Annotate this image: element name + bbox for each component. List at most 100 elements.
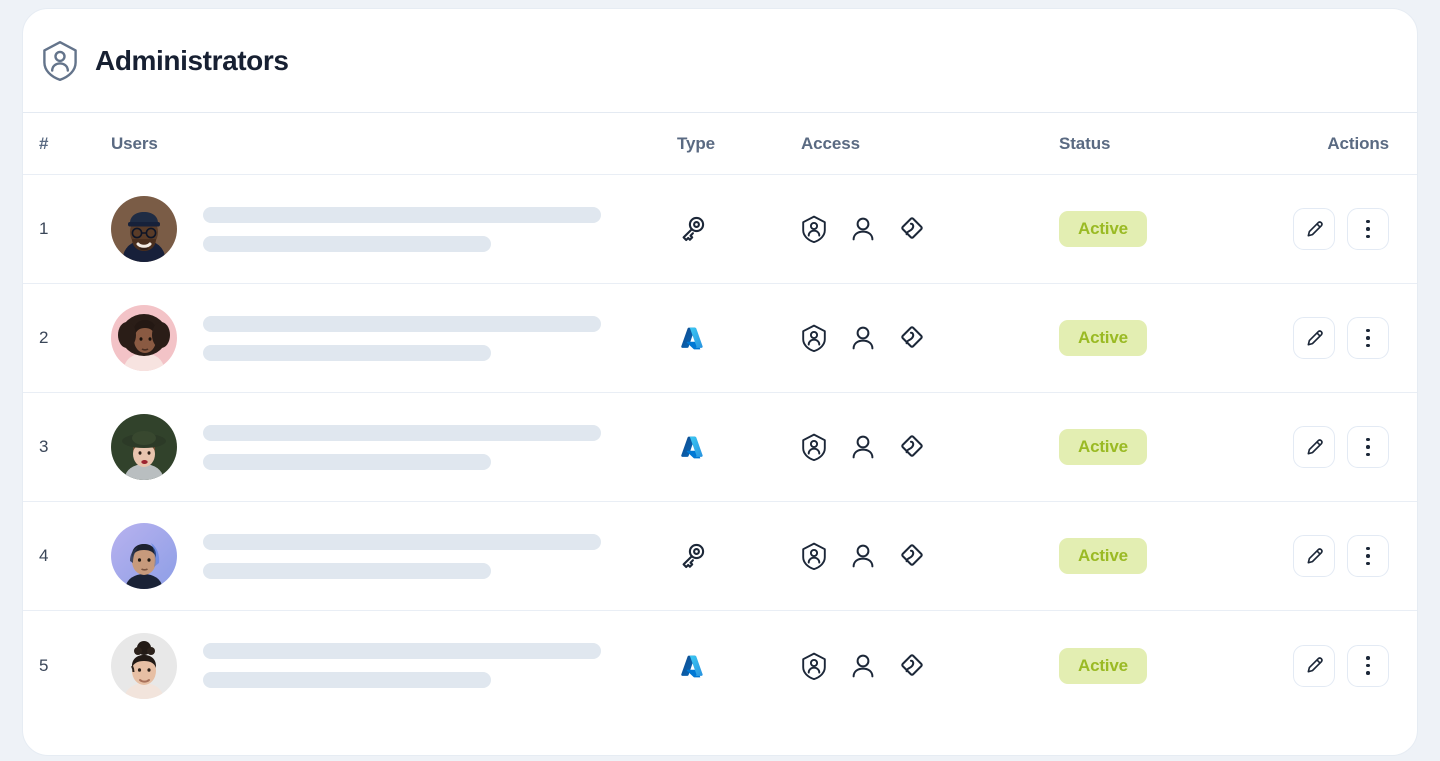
row-index: 2 [39, 328, 49, 347]
access-cell [801, 542, 1059, 571]
status-badge: Active [1059, 429, 1147, 465]
column-header-type: Type [677, 133, 716, 153]
user-icon[interactable] [850, 652, 876, 680]
column-header-access: Access [801, 133, 860, 153]
table-row[interactable]: 1 Active [23, 175, 1417, 284]
shield-person-icon[interactable] [801, 215, 827, 244]
edit-icon [1305, 547, 1324, 566]
row-index: 4 [39, 546, 49, 565]
avatar-user-2 [111, 305, 177, 371]
user-placeholder [203, 643, 601, 688]
user-cell [95, 196, 677, 262]
actions-cell [1265, 426, 1399, 468]
status-cell: Active [1059, 538, 1265, 574]
table-row[interactable]: 3 Active [23, 393, 1417, 502]
user-cell [95, 523, 677, 589]
user-icon[interactable] [850, 433, 876, 461]
status-badge: Active [1059, 647, 1147, 684]
skeleton-email [203, 672, 491, 688]
edit-button[interactable] [1293, 208, 1335, 250]
status-cell: Active [1059, 320, 1265, 356]
user-cell [95, 632, 677, 699]
skeleton-email [203, 235, 491, 252]
access-cell [801, 324, 1059, 353]
edit-icon [1305, 438, 1324, 457]
edit-button[interactable] [1293, 535, 1335, 577]
skeleton-name [203, 533, 601, 550]
type-cell [677, 432, 801, 462]
avatar-user-1 [111, 196, 177, 262]
skeleton-name [203, 424, 601, 441]
row-index: 1 [39, 219, 49, 238]
edit-icon [1305, 220, 1324, 239]
user-icon[interactable] [850, 215, 876, 243]
user-icon[interactable] [850, 542, 876, 570]
shield-person-icon[interactable] [801, 324, 827, 353]
column-header-num: # [39, 133, 49, 153]
status-badge: Active [1059, 320, 1147, 356]
column-header-users: Users [111, 133, 158, 153]
avatar-user-3 [111, 414, 177, 480]
skeleton-name [203, 206, 601, 223]
skeleton-email [203, 344, 491, 361]
table-row[interactable]: 2 Active [23, 284, 1417, 393]
administrators-table: # Users Type Access Status Actions 1 Act… [23, 113, 1417, 720]
type-cell [677, 214, 801, 244]
edit-button[interactable] [1293, 644, 1335, 687]
user-placeholder [203, 424, 601, 470]
more-vertical-icon [1366, 328, 1370, 348]
more-options-button[interactable] [1347, 426, 1389, 468]
actions-cell [1265, 208, 1399, 250]
edit-button[interactable] [1293, 426, 1335, 468]
user-placeholder [203, 533, 601, 579]
page-title: Administrators [95, 44, 289, 76]
row-index: 3 [39, 437, 49, 456]
status-badge: Active [1059, 211, 1147, 247]
column-header-actions: Actions [1327, 133, 1389, 153]
administrators-card: Administrators # Users Type Access Statu… [22, 8, 1418, 756]
row-index: 5 [39, 655, 49, 675]
more-vertical-icon [1366, 656, 1370, 675]
user-placeholder [203, 315, 601, 361]
actions-cell [1265, 535, 1399, 577]
type-cell [677, 541, 801, 571]
edit-button[interactable] [1293, 317, 1335, 359]
nodes-icon[interactable] [899, 433, 925, 461]
table-header-row: # Users Type Access Status Actions [23, 113, 1417, 175]
edit-icon [1305, 656, 1324, 675]
avatar-user-5 [111, 632, 177, 699]
access-cell [801, 433, 1059, 462]
status-cell: Active [1059, 429, 1265, 465]
edit-icon [1305, 329, 1324, 348]
status-badge: Active [1059, 538, 1147, 574]
more-options-button[interactable] [1347, 644, 1389, 687]
azure-icon [677, 651, 707, 681]
shield-person-icon[interactable] [801, 433, 827, 462]
actions-cell [1265, 644, 1399, 687]
nodes-icon[interactable] [899, 215, 925, 243]
type-cell [677, 323, 801, 353]
more-vertical-icon [1366, 219, 1370, 239]
access-cell [801, 652, 1059, 680]
more-vertical-icon [1366, 437, 1370, 457]
more-options-button[interactable] [1347, 208, 1389, 250]
nodes-icon[interactable] [899, 652, 925, 680]
nodes-icon[interactable] [899, 542, 925, 570]
more-options-button[interactable] [1347, 317, 1389, 359]
column-header-status: Status [1059, 133, 1111, 153]
shield-person-icon[interactable] [801, 652, 827, 680]
more-options-button[interactable] [1347, 535, 1389, 577]
status-cell: Active [1059, 211, 1265, 247]
table-row[interactable]: 4 Active [23, 502, 1417, 611]
table-row[interactable]: 5 Active [23, 611, 1417, 720]
key-icon [677, 214, 707, 244]
user-placeholder [203, 206, 601, 252]
card-header: Administrators [23, 9, 1417, 113]
nodes-icon[interactable] [899, 324, 925, 352]
skeleton-email [203, 453, 491, 470]
azure-icon [677, 323, 707, 353]
skeleton-name [203, 315, 601, 332]
user-cell [95, 305, 677, 371]
shield-person-icon[interactable] [801, 542, 827, 571]
user-icon[interactable] [850, 324, 876, 352]
